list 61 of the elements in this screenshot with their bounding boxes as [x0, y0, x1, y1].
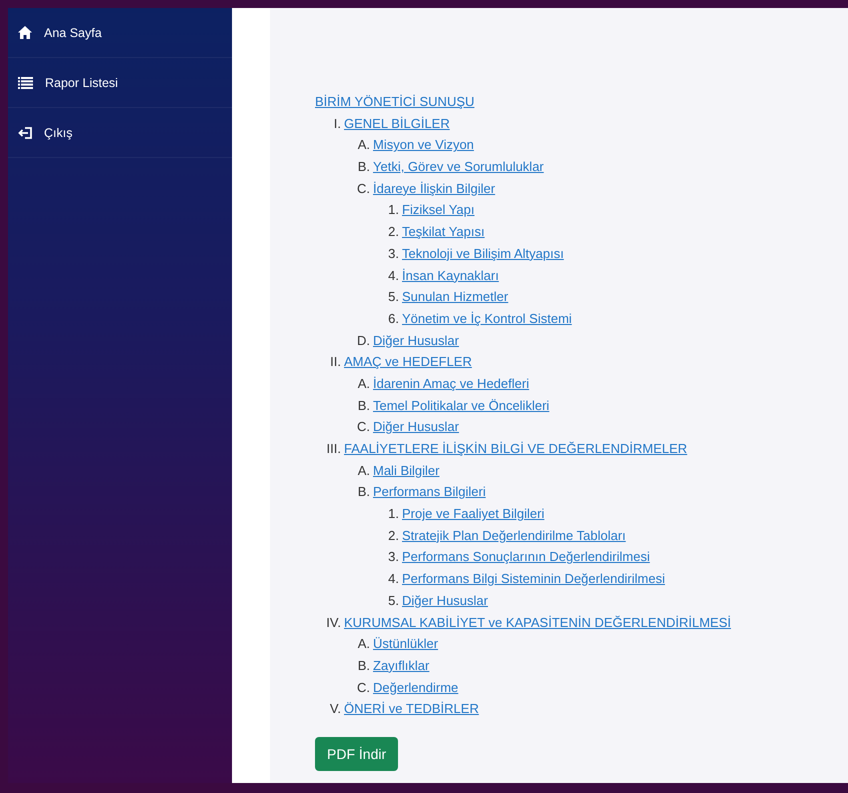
outline-link[interactable]: Değerlendirme — [373, 680, 458, 695]
outline-number: 5. — [387, 289, 399, 304]
outline-number: 4. — [387, 571, 399, 586]
outline-link[interactable]: KURUMSAL KABİLİYET ve KAPASİTENİN DEĞERLENDİRİLMESİ — [344, 614, 731, 630]
outline-number: 5. — [387, 592, 399, 608]
outline-link[interactable]: Zayıflıklar — [373, 658, 430, 673]
outline-number: C. — [356, 419, 370, 434]
outline-link[interactable]: Misyon ve Vizyon — [373, 137, 474, 152]
outline-number: I. — [332, 116, 341, 131]
outline-number: B. — [356, 658, 370, 673]
outline-number: B. — [356, 398, 370, 413]
outline-number: C. — [356, 180, 370, 196]
outline-number: B. — [356, 159, 370, 174]
outline-link[interactable]: Teknoloji ve Bilişim Altyapısı — [402, 246, 564, 261]
outline-number: 3. — [387, 549, 399, 564]
outline-number: A. — [356, 462, 370, 478]
exit-icon — [18, 126, 32, 138]
outline-number: 3. — [387, 246, 399, 261]
outline-link[interactable]: Diğer Hususlar — [373, 332, 459, 348]
outline-link[interactable]: Temel Politikalar ve Öncelikleri — [373, 398, 550, 413]
outline-number: A. — [356, 137, 370, 152]
outline-link[interactable]: ÖNERİ ve TEDBİRLER — [344, 701, 479, 716]
outline-number: II. — [329, 354, 341, 370]
outline-link[interactable]: Teşkilat Yapısı — [402, 224, 485, 240]
outline-link[interactable]: Performans Sonuçlarının Değerlendirilmesi — [402, 549, 650, 564]
outline-number: D. — [356, 332, 370, 348]
outline-number: 6. — [387, 310, 399, 326]
outline-link[interactable]: GENEL BİLGİLER — [344, 116, 450, 131]
outline-number: A. — [356, 636, 370, 652]
outline-number: 2. — [387, 224, 399, 240]
list-icon — [18, 76, 33, 88]
outline-link[interactable]: Stratejik Plan Değerlendirilme Tabloları — [402, 528, 626, 543]
outline-link[interactable]: AMAÇ ve HEDEFLER — [344, 354, 472, 370]
outline-link[interactable]: Proje ve Faaliyet Bilgileri — [402, 506, 544, 522]
outline-number: 4. — [387, 268, 399, 282]
outline-number: 2. — [387, 528, 399, 543]
outline-number: C. — [356, 680, 370, 695]
outline-link[interactable]: İdarenin Amaç ve Hedefleri — [373, 376, 530, 391]
outline-number: A. — [356, 376, 370, 391]
outline-link[interactable]: Performans Bilgi Sisteminin Değerlendirilmesi — [402, 571, 665, 586]
outline-link[interactable]: Diğer Hususlar — [373, 419, 459, 434]
outline-number: III. — [326, 441, 341, 456]
outline-link[interactable]: Yönetim ve İç Kontrol Sistemi — [402, 310, 572, 326]
home-icon — [18, 26, 32, 39]
outline-link[interactable]: Üstünlükler — [373, 636, 438, 652]
outline-link[interactable]: Yetki, Görev ve Sorumluluklar — [373, 159, 544, 174]
outline-link[interactable]: Mali Bilgiler — [373, 462, 440, 478]
outline-number: B. — [356, 484, 370, 500]
outline-number: IV. — [325, 614, 341, 630]
document-title-link[interactable]: BİRİM YÖNETİCİ SUNUŞU — [315, 94, 474, 109]
outline-number: 1. — [387, 506, 399, 522]
outline-link[interactable]: Fiziksel Yapı — [402, 202, 474, 218]
outline-link[interactable]: İdareye İlişkin Bilgiler — [373, 180, 496, 196]
outline-link[interactable]: Performans Bilgileri — [373, 484, 486, 500]
outline-link[interactable]: İnsan Kaynakları — [402, 268, 499, 282]
outline-number: 1. — [387, 202, 399, 218]
pdf-download-button[interactable]: PDF İndir — [315, 736, 398, 771]
outline-number: V. — [328, 701, 341, 716]
outline-link[interactable]: Sunulan Hizmetler — [402, 289, 508, 304]
outline-link[interactable]: Diğer Hususlar — [402, 592, 488, 608]
outline-link[interactable]: FAALİYETLERE İLİŞKİN BİLGİ VE DEĞERLENDİRMELER — [344, 441, 688, 456]
